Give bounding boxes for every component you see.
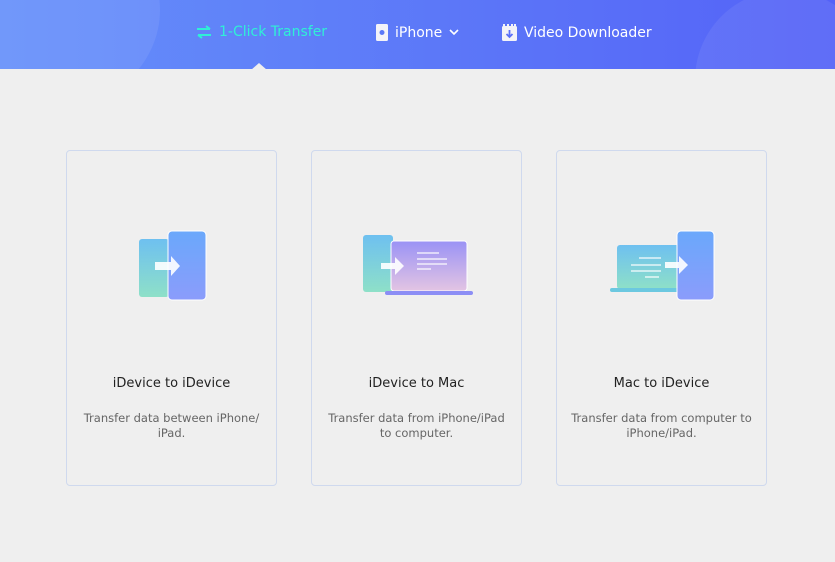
card-description: Transfer data between iPhone/ iPad. [83,411,260,440]
card-title: iDevice to iDevice [112,376,231,391]
decor-circle [0,0,160,69]
idevice-to-mac-illustration [362,235,473,295]
tab-label: Video Downloader [524,24,652,41]
card-title: iDevice to Mac [368,376,465,391]
card-description: Transfer data from computer to iPhone/iP… [571,411,752,440]
active-tab-pointer [251,63,267,70]
top-nav-bar: 1-Click Transfer iPhone Video Downloader [0,0,835,69]
device-name: iPhone [395,24,443,41]
card-title: Mac to iDevice [613,376,710,391]
tab-label: 1-Click Transfer [219,24,328,40]
device-selector[interactable]: iPhone [376,24,459,41]
tab-1-click-transfer[interactable]: 1-Click Transfer [196,24,327,40]
chevron-down-icon [449,29,459,36]
card-mac-to-idevice[interactable]: Mac to iDevice Transfer data from comput… [556,150,767,486]
tab-video-downloader[interactable]: Video Downloader [502,24,652,41]
transfer-arrows-icon [197,25,211,39]
card-idevice-to-idevice[interactable]: iDevice to iDevice Transfer data between… [66,150,277,486]
card-description: Transfer data from iPhone/iPad to comput… [328,411,505,440]
idevice-to-idevice-illustration [138,230,206,301]
iphone-icon [376,24,388,41]
video-download-icon [502,24,517,41]
mac-to-idevice-illustration [609,230,714,301]
decor-circle [695,0,835,69]
card-idevice-to-mac[interactable]: iDevice to Mac Transfer data from iPhone… [311,150,522,486]
